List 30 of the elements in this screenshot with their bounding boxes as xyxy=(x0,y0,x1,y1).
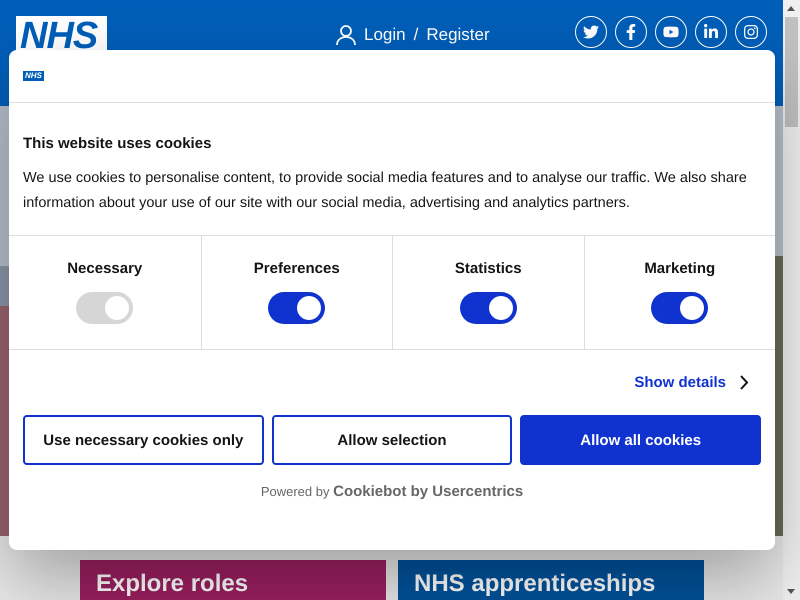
facebook-icon[interactable] xyxy=(615,16,647,48)
allow-all-button[interactable]: Allow all cookies xyxy=(520,415,762,465)
chevron-right-icon xyxy=(740,375,749,390)
nhs-logo: NHS xyxy=(23,71,44,81)
toggle-label: Statistics xyxy=(454,260,522,277)
user-icon xyxy=(336,24,356,46)
login-text[interactable]: Login xyxy=(364,25,406,45)
instagram-icon[interactable] xyxy=(735,16,767,48)
login-link[interactable]: Login / Register xyxy=(336,24,490,46)
dialog-text: We use cookies to personalise content, to provide social media features and to analyse our traffic. We also share information about your use of our site with our social media, advertising and analytics partners. xyxy=(23,169,748,212)
toggle-switch[interactable] xyxy=(460,292,517,324)
youtube-icon[interactable] xyxy=(655,16,687,48)
promo-card[interactable]: NHS apprenticeships xyxy=(398,560,704,600)
dialog-title: This website uses cookies xyxy=(23,135,212,152)
toggle-label: Necessary xyxy=(67,260,142,277)
promo-card[interactable]: Explore roles xyxy=(80,560,386,600)
consent-button[interactable]: Allow selection xyxy=(272,415,512,465)
consent-button[interactable]: Use necessary cookies only xyxy=(23,415,264,465)
toggle-label: Marketing xyxy=(644,260,716,277)
toggle-switch[interactable] xyxy=(268,292,326,324)
toggle-label: Preferences xyxy=(254,260,340,277)
toggle-switch[interactable] xyxy=(651,292,708,324)
cookiebot-brand: Cookiebot by Usercentrics xyxy=(333,483,524,500)
separator: / xyxy=(414,25,418,45)
register-text[interactable]: Register xyxy=(426,25,490,45)
twitter-icon[interactable] xyxy=(575,16,607,48)
scrollbar[interactable] xyxy=(783,0,800,600)
linkedin-icon[interactable] xyxy=(695,16,727,48)
powered-by-text: Powered by xyxy=(260,484,330,499)
show-details-link[interactable]: Show details xyxy=(634,374,749,391)
